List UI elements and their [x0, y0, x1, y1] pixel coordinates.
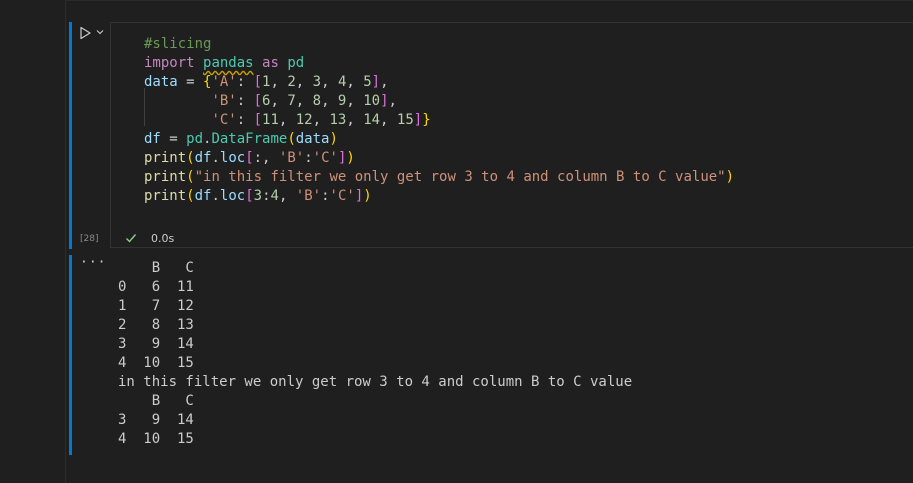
code-line[interactable]: df = pd.DataFrame(data)	[144, 130, 734, 149]
output-line: 4 10 15	[118, 431, 194, 447]
output-line: 3 9 14	[118, 336, 194, 352]
code-line[interactable]: import pandas as pd	[144, 54, 734, 73]
top-separator	[66, 0, 913, 1]
code-content[interactable]: #slicing import pandas as pd data = {'A': …	[144, 35, 734, 206]
output-more-button[interactable]: ···	[80, 256, 106, 269]
output-line: in this filter we only get row 3 to 4 an…	[118, 374, 633, 390]
code-line[interactable]: #slicing	[144, 35, 734, 54]
output-line: 2 8 13	[118, 317, 194, 333]
output-line: 0 6 11	[118, 279, 194, 295]
execution-count: [28]	[80, 234, 99, 244]
execution-time: 0.0s	[151, 232, 175, 245]
indent-guide	[144, 88, 145, 126]
output-focus-bar	[69, 255, 72, 455]
output-line: 3 9 14	[118, 412, 194, 428]
code-line[interactable]: 'C': [11, 12, 13, 14, 15]}	[144, 111, 734, 130]
output-line: 1 7 12	[118, 298, 194, 314]
cell-output: B C 0 6 11 1 7 12 2 8 13 3 9 14 4 10 15 in thi…	[118, 259, 632, 449]
check-icon	[126, 234, 137, 243]
code-editor[interactable]: #slicing import pandas as pd data = {'A': …	[110, 22, 913, 248]
output-line: B C	[118, 393, 194, 409]
output-line: 4 10 15	[118, 355, 194, 371]
code-line[interactable]: data = {'A': [1, 2, 3, 4, 5],	[144, 73, 734, 92]
gutter-divider	[65, 0, 66, 483]
run-play-icon[interactable]	[78, 26, 92, 40]
output-line: B C	[118, 260, 194, 276]
code-line[interactable]: print(df.loc[3:4, 'B':'C'])	[144, 187, 734, 206]
code-line[interactable]: 'B': [6, 7, 8, 9, 10],	[144, 92, 734, 111]
chevron-down-icon[interactable]	[95, 27, 105, 37]
code-line[interactable]: print(df.loc[:, 'B':'C'])	[144, 149, 734, 168]
cell-focus-bar	[69, 22, 72, 249]
code-line[interactable]: print("in this filter we only get row 3 …	[144, 168, 734, 187]
